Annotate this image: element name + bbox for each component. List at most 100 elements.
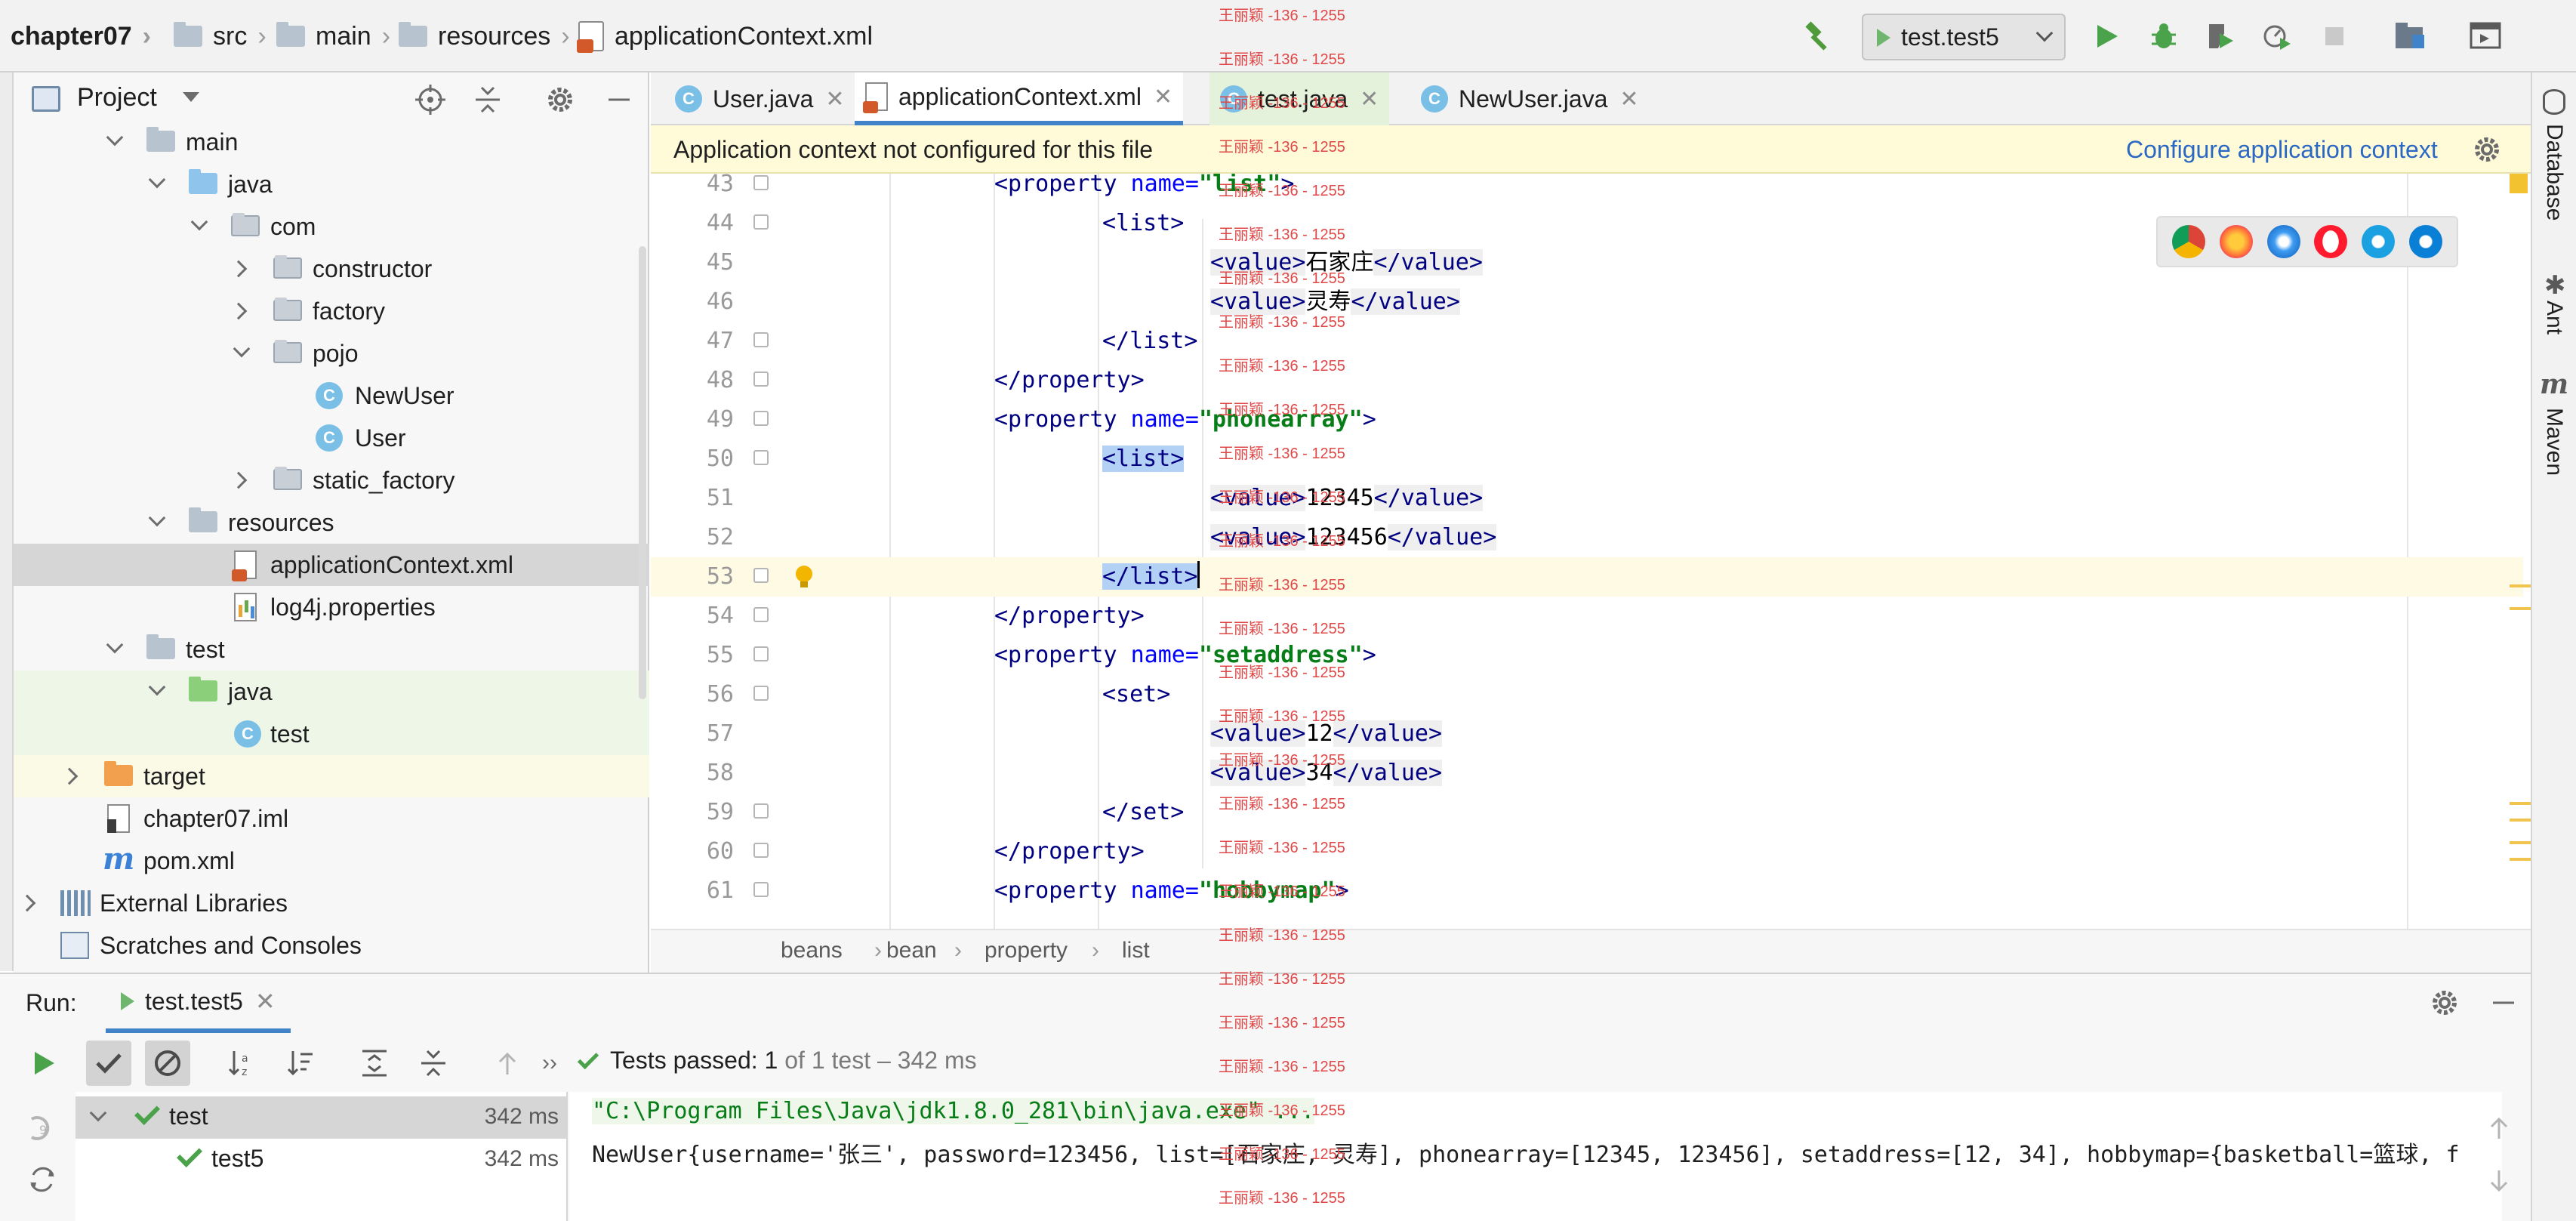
test-row-test5[interactable]: test5 342 ms xyxy=(75,1139,566,1181)
profile-icon[interactable] xyxy=(2254,14,2300,59)
code-line[interactable]: 46 <value>灵寿</value> xyxy=(651,282,2523,322)
scroll-down-arrow-icon[interactable] xyxy=(2485,1167,2516,1198)
minimize-icon[interactable] xyxy=(602,83,636,116)
collapse-all-icon[interactable] xyxy=(471,83,504,116)
fold-marker-icon[interactable] xyxy=(753,214,769,230)
error-stripe[interactable] xyxy=(2510,174,2531,947)
database-tool-button[interactable]: Database xyxy=(2541,124,2567,220)
fold-marker-icon[interactable] xyxy=(753,843,769,858)
code-line[interactable]: 58 <value>34</value> xyxy=(651,754,2523,793)
warning-marker[interactable] xyxy=(2510,174,2528,193)
tab-user-java[interactable]: C User.java ✕ xyxy=(664,72,855,125)
debug-bug-icon[interactable] xyxy=(2141,14,2186,59)
show-ignored-icon[interactable] xyxy=(145,1041,190,1086)
code-line[interactable]: 52 <value>123456</value> xyxy=(651,518,2523,557)
close-icon[interactable]: ✕ xyxy=(825,86,844,113)
code-line[interactable]: 53 </list> xyxy=(651,557,2523,597)
code-line[interactable]: 59 </set> xyxy=(651,793,2523,832)
code-area[interactable]: 43 <property name="list"> 44 <list> 45 <value… xyxy=(651,174,2531,947)
project-panel-title[interactable]: Project xyxy=(77,83,157,113)
tree-item-applicationcontext[interactable]: applicationContext.xml xyxy=(14,544,649,586)
code-line[interactable]: 50 <list> xyxy=(651,439,2523,479)
show-passed-check-icon[interactable] xyxy=(86,1041,131,1086)
highlight-marker[interactable] xyxy=(2510,841,2531,844)
rerun-icon[interactable] xyxy=(21,1041,66,1086)
minimize-icon[interactable] xyxy=(2481,980,2526,1025)
close-icon[interactable]: ✕ xyxy=(1154,84,1172,110)
internet-explorer-icon[interactable] xyxy=(2361,225,2395,258)
xml-breadcrumb-item[interactable]: beans xyxy=(781,938,843,964)
tree-item-java[interactable]: java xyxy=(14,163,649,205)
tree-item-target[interactable]: target xyxy=(14,755,649,797)
project-structure-icon[interactable] xyxy=(2387,14,2433,59)
xml-breadcrumb-item[interactable]: property xyxy=(984,938,1068,964)
tree-item-static-factory[interactable]: static_factory xyxy=(14,459,649,501)
gear-icon[interactable] xyxy=(2422,980,2467,1025)
lightbulb-icon[interactable] xyxy=(794,565,814,587)
breadcrumb-src[interactable]: src › xyxy=(174,0,267,72)
rerun-failed-icon[interactable]: 9 xyxy=(27,1113,57,1143)
tree-item-pom[interactable]: m pom.xml xyxy=(14,840,649,882)
sort-alphabetically-icon[interactable]: az xyxy=(219,1041,264,1086)
code-line[interactable]: 57 <value>12</value> xyxy=(651,714,2523,754)
fold-marker-icon[interactable] xyxy=(753,411,769,426)
fold-marker-icon[interactable] xyxy=(753,882,769,897)
tree-item-constructor[interactable]: constructor xyxy=(14,248,649,290)
collapse-all-icon[interactable] xyxy=(411,1041,456,1086)
gear-icon[interactable] xyxy=(544,83,577,116)
highlight-marker[interactable] xyxy=(2510,607,2531,610)
fold-marker-icon[interactable] xyxy=(753,803,769,819)
tree-item-log4j[interactable]: log4j.properties xyxy=(14,586,649,628)
gear-icon[interactable] xyxy=(2472,134,2502,171)
highlight-marker[interactable] xyxy=(2510,802,2531,805)
console-output[interactable]: "C:\Program Files\Java\jdk1.8.0_281\bin\… xyxy=(569,1092,2502,1221)
tree-item-test-class[interactable]: C test xyxy=(14,713,649,755)
maven-tool-button[interactable]: Maven xyxy=(2541,408,2567,476)
tree-item-test-java[interactable]: java xyxy=(14,671,649,713)
close-icon[interactable]: ✕ xyxy=(1619,86,1638,113)
code-line[interactable]: 51 <value>12345</value> xyxy=(651,479,2523,518)
fold-marker-icon[interactable] xyxy=(753,646,769,661)
tab-newuser-java[interactable]: C NewUser.java ✕ xyxy=(1410,72,1650,125)
presentation-mode-icon[interactable] xyxy=(2463,14,2508,59)
fold-marker-icon[interactable] xyxy=(753,372,769,387)
tab-applicationcontext-xml[interactable]: applicationContext.xml ✕ xyxy=(855,72,1184,125)
expand-all-icon[interactable] xyxy=(352,1041,397,1086)
fold-marker-icon[interactable] xyxy=(753,175,769,190)
build-hammer-icon[interactable] xyxy=(1795,14,1841,59)
run-icon[interactable] xyxy=(2084,14,2129,59)
breadcrumb-project[interactable]: chapter07 › xyxy=(11,0,151,72)
sort-by-duration-icon[interactable] xyxy=(278,1041,323,1086)
code-line[interactable]: 61 <property name="hobbymap"> xyxy=(651,871,2523,911)
code-line[interactable]: 47 </list> xyxy=(651,322,2523,361)
breadcrumb-file[interactable]: applicationContext.xml xyxy=(577,0,873,72)
code-line[interactable]: 43 <property name="list"> xyxy=(651,174,2523,204)
chevron-down-icon[interactable] xyxy=(183,92,199,102)
safari-icon[interactable] xyxy=(2266,225,2300,258)
stop-icon[interactable] xyxy=(2312,14,2357,59)
code-line[interactable]: 56 <set> xyxy=(651,675,2523,714)
run-configuration-select[interactable]: test.test5 xyxy=(1862,14,2066,60)
opera-icon[interactable] xyxy=(2314,225,2348,258)
code-line[interactable]: 48 </property> xyxy=(651,361,2523,400)
tree-item-factory[interactable]: factory xyxy=(14,290,649,332)
breadcrumb-main[interactable]: main › xyxy=(276,0,390,72)
tree-item-resources[interactable]: resources xyxy=(14,501,649,544)
scroll-up-arrow-icon[interactable] xyxy=(2485,1115,2516,1145)
tree-item-scratches[interactable]: Scratches and Consoles xyxy=(14,924,649,967)
fold-marker-icon[interactable] xyxy=(753,568,769,583)
locate-target-icon[interactable] xyxy=(414,83,447,116)
breadcrumb-resources[interactable]: resources › xyxy=(399,0,570,72)
tree-item-pojo[interactable]: pojo xyxy=(14,332,649,375)
previous-failed-arrow-up-icon[interactable] xyxy=(485,1041,530,1086)
project-scrollbar[interactable] xyxy=(639,246,646,699)
chrome-icon[interactable] xyxy=(2172,225,2206,258)
fold-marker-icon[interactable] xyxy=(753,686,769,701)
close-icon[interactable]: ✕ xyxy=(255,987,276,1016)
fold-marker-icon[interactable] xyxy=(753,450,769,465)
tree-item-test-folder[interactable]: test xyxy=(14,628,649,671)
edge-icon[interactable] xyxy=(2408,225,2442,258)
code-line[interactable]: 60 </property> xyxy=(651,832,2523,871)
tree-item-main[interactable]: main xyxy=(14,121,649,163)
xml-breadcrumb-item[interactable]: bean xyxy=(886,938,937,964)
